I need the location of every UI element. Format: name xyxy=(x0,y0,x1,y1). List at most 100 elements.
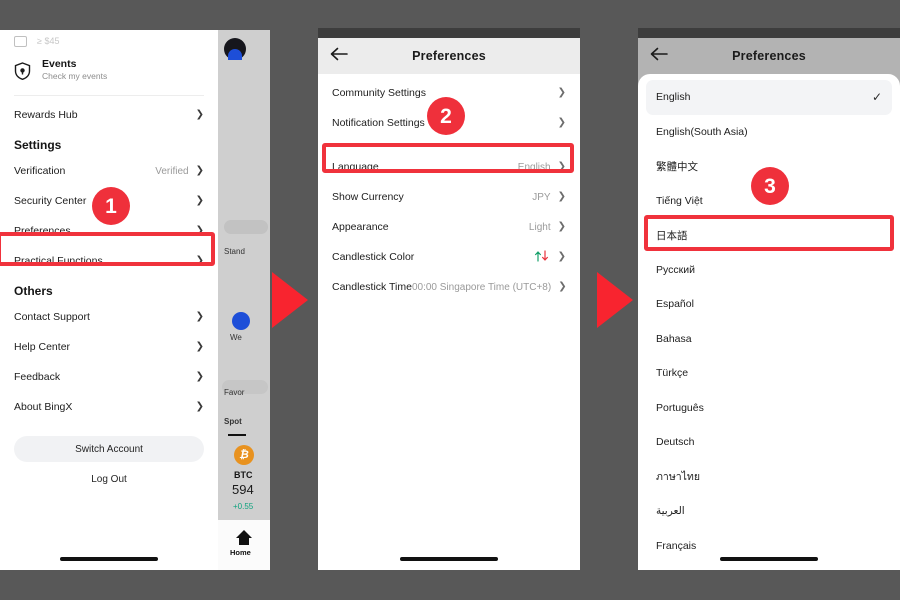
background-pill xyxy=(224,220,268,234)
language-option-portuguese[interactable]: Português xyxy=(638,391,900,426)
about-bingx-label: About BingX xyxy=(14,401,73,414)
chevron-right-icon: ❯ xyxy=(195,165,204,177)
voucher-icon xyxy=(14,35,27,47)
sidebar-item-verification[interactable]: Verification Verified ❯ xyxy=(0,156,218,186)
status-bar xyxy=(318,28,580,38)
others-section-title: Others xyxy=(14,284,53,299)
page-title: Preferences xyxy=(412,49,486,63)
home-icon[interactable] xyxy=(236,530,252,545)
rewards-hub-label: Rewards Hub xyxy=(14,109,78,122)
language-option-spanish[interactable]: Español xyxy=(638,287,900,322)
verification-value: Verified xyxy=(155,165,189,177)
home-indicator xyxy=(60,557,158,561)
events-row[interactable]: Events Check my events xyxy=(0,52,218,91)
standard-label: Stand xyxy=(224,247,245,256)
web3-icon[interactable] xyxy=(232,312,250,330)
language-option-japanese[interactable]: 日本語 xyxy=(638,218,900,253)
row-appearance[interactable]: Appearance Light ❯ xyxy=(318,212,580,242)
language-name: Bahasa xyxy=(656,332,692,345)
language-name: العربية xyxy=(656,505,685,518)
chevron-right-icon: ❯ xyxy=(558,281,567,292)
step-badge-1: 1 xyxy=(92,187,130,225)
language-header: Preferences xyxy=(638,38,900,74)
flow-arrow-2-icon xyxy=(597,272,633,328)
clipped-top-row[interactable]: ≥ $45 xyxy=(0,30,218,52)
chevron-right-icon: ❯ xyxy=(557,221,566,232)
row-language[interactable]: Language English ❯ xyxy=(318,152,580,182)
language-option-thai[interactable]: ภาษาไทย xyxy=(638,460,900,495)
sidebar-item-contact-support[interactable]: Contact Support ❯ xyxy=(0,302,218,332)
language-name: English xyxy=(656,91,691,104)
candlestick-arrows-icon xyxy=(533,249,551,265)
flow-arrow-1-icon xyxy=(272,272,308,328)
language-option-bahasa[interactable]: Bahasa xyxy=(638,322,900,357)
preferences-header: Preferences xyxy=(318,38,580,74)
step-badge-2: 2 xyxy=(427,97,465,135)
chevron-right-icon: ❯ xyxy=(557,251,566,262)
background-app-strip: Stand We Favor Spot ₿ BTC 594 +0.55 Home xyxy=(218,30,270,570)
switch-account-button[interactable]: Switch Account xyxy=(14,436,204,463)
language-name: Русский xyxy=(656,263,695,276)
back-arrow-icon[interactable] xyxy=(330,47,348,65)
contact-support-label: Contact Support xyxy=(14,311,90,324)
status-bar xyxy=(638,28,900,38)
appearance-value: Light xyxy=(528,221,551,233)
check-icon: ✓ xyxy=(871,90,882,105)
sidebar-item-rewards-hub[interactable]: Rewards Hub ❯ xyxy=(0,100,218,130)
settings-drawer-panel: ≥ $45 Events Check my events Rewards Hub… xyxy=(0,30,218,570)
language-name: Español xyxy=(656,298,694,311)
practical-functions-label: Practical Functions xyxy=(14,255,103,268)
back-arrow-icon[interactable] xyxy=(650,47,668,65)
events-title: Events xyxy=(42,58,77,70)
tutorial-screenshot: ≥ $45 Events Check my events Rewards Hub… xyxy=(0,0,900,600)
preferences-label: Preferences xyxy=(14,225,71,238)
sidebar-item-feedback[interactable]: Feedback ❯ xyxy=(0,362,218,392)
row-candlestick-color[interactable]: Candlestick Color ❯ xyxy=(318,242,580,272)
language-name: Français xyxy=(656,539,697,552)
row-show-currency[interactable]: Show Currency JPY ❯ xyxy=(318,182,580,212)
settings-section-title: Settings xyxy=(14,138,62,153)
sidebar-item-about-bingx[interactable]: About BingX ❯ xyxy=(0,392,218,422)
shield-icon xyxy=(14,61,31,80)
language-option-german[interactable]: Deutsch xyxy=(638,425,900,460)
btc-change: +0.55 xyxy=(233,502,254,511)
language-value: English xyxy=(517,161,551,173)
divider xyxy=(14,95,204,97)
language-option-russian[interactable]: Русский xyxy=(638,253,900,288)
help-center-label: Help Center xyxy=(14,341,71,354)
language-name: Português xyxy=(656,401,704,414)
btc-symbol: BTC xyxy=(234,470,253,480)
language-name: ภาษาไทย xyxy=(656,471,700,484)
bitcoin-icon: ₿ xyxy=(234,445,254,465)
appearance-label: Appearance xyxy=(332,221,389,233)
home-tab-label[interactable]: Home xyxy=(230,548,251,557)
row-candlestick-time[interactable]: Candlestick Time 00:00 Singapore Time (U… xyxy=(318,272,580,302)
chevron-right-icon: ❯ xyxy=(195,311,204,323)
step-badge-3: 3 xyxy=(751,167,789,205)
language-option-english-south-asia[interactable]: English(South Asia) xyxy=(638,115,900,150)
avatar[interactable] xyxy=(224,38,246,60)
chevron-right-icon: ❯ xyxy=(195,401,204,413)
language-panel: Preferences English ✓ English(South Asia… xyxy=(638,28,900,570)
language-option-turkish[interactable]: Türkçe xyxy=(638,356,900,391)
chevron-right-icon: ❯ xyxy=(195,109,204,121)
spot-tab-label[interactable]: Spot xyxy=(224,417,242,426)
language-label: Language xyxy=(332,161,379,173)
sidebar-item-help-center[interactable]: Help Center ❯ xyxy=(0,332,218,362)
show-currency-label: Show Currency xyxy=(332,191,404,203)
sidebar-item-practical-functions[interactable]: Practical Functions ❯ xyxy=(0,246,218,276)
home-indicator xyxy=(720,557,818,561)
chevron-right-icon: ❯ xyxy=(195,225,204,237)
language-option-english[interactable]: English ✓ xyxy=(646,80,892,115)
language-bottom-sheet: English ✓ English(South Asia) 繁體中文 Tiếng… xyxy=(638,74,900,570)
candlestick-time-label: Candlestick Time xyxy=(332,281,412,293)
candlestick-color-label: Candlestick Color xyxy=(332,251,415,263)
favorites-label: Favor xyxy=(224,388,245,397)
chevron-right-icon: ❯ xyxy=(195,371,204,383)
language-option-arabic[interactable]: العربية xyxy=(638,494,900,529)
language-name: English(South Asia) xyxy=(656,125,748,138)
web3-label: We xyxy=(230,333,242,342)
log-out-button[interactable]: Log Out xyxy=(0,474,218,485)
candlestick-time-value: 00:00 Singapore Time (UTC+8) xyxy=(411,281,552,293)
